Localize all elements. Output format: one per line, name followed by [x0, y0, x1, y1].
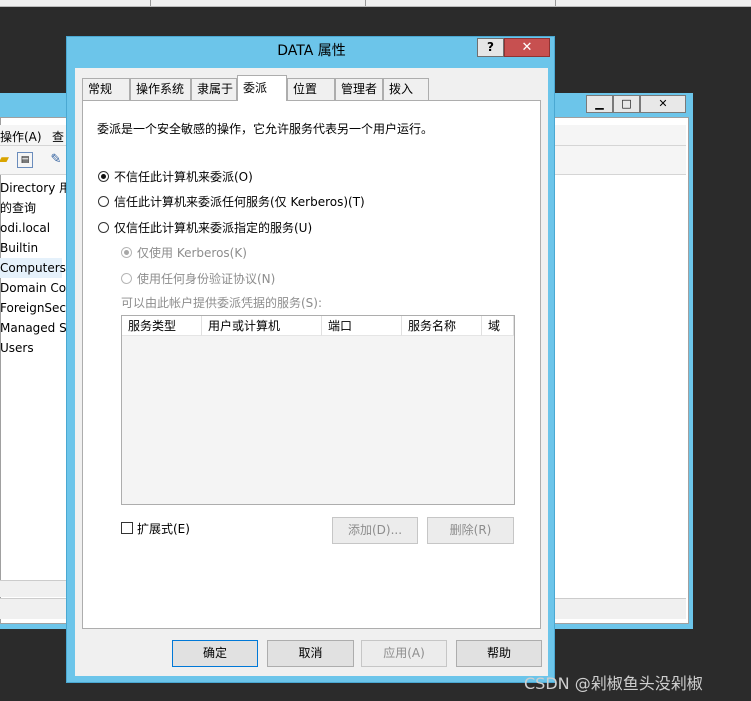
tab-delegation[interactable]: 委派	[237, 75, 287, 101]
cancel-button[interactable]: 取消	[267, 640, 354, 667]
no-delegation-label[interactable]: 不信任此计算机来委派(O)	[114, 168, 253, 185]
details-view-icon[interactable]: ▤	[17, 152, 33, 168]
tab-general[interactable]: 常规	[82, 78, 130, 100]
top-window-edge	[0, 0, 751, 7]
any-protocol-radio[interactable]	[121, 273, 132, 284]
watermark: CSDN @剁椒鱼头没剁椒	[524, 674, 703, 693]
expanded-label[interactable]: 扩展式(E)	[137, 520, 190, 537]
menu-item-action[interactable]: 操作(A)	[0, 128, 42, 145]
tree-item[interactable]: Managed S	[0, 318, 67, 338]
tree-item[interactable]: odi.local	[0, 218, 50, 238]
remove-service-button[interactable]: 删除(R)	[427, 517, 514, 544]
column-port[interactable]: 端口	[322, 316, 402, 336]
services-list-label: 可以由此帐户提供委派凭据的服务(S):	[121, 296, 323, 310]
close-button[interactable]: ✕	[504, 38, 550, 57]
tree-item[interactable]: Computers	[0, 258, 66, 278]
console-tree: Directory 用 的查询 odi.local Builtin Comput…	[0, 178, 74, 578]
folder-icon[interactable]: ▰	[0, 152, 12, 168]
services-list[interactable]: 服务类型 用户或计算机 端口 服务名称 域	[121, 315, 515, 505]
tree-scrollbar[interactable]	[0, 580, 66, 597]
trust-specified-services-radio[interactable]	[98, 222, 109, 233]
apply-button[interactable]: 应用(A)	[361, 640, 447, 667]
ok-button[interactable]: 确定	[172, 640, 258, 667]
kerberos-only-radio[interactable]	[121, 247, 132, 258]
dialog-client: 常规 操作系统 隶属于 委派 位置 管理者 拨入 委派是一个安全敏感的操作，它允…	[75, 68, 548, 676]
tab-location[interactable]: 位置	[287, 78, 335, 100]
close-icon[interactable]: ✕	[640, 95, 686, 113]
maximize-icon[interactable]: □	[613, 95, 640, 113]
minimize-icon[interactable]: ▁	[586, 95, 613, 113]
tree-item[interactable]: ForeignSecu	[0, 298, 74, 318]
properties-dialog: DATA 属性 ? ✕ 常规 操作系统 隶属于 委派 位置 管理者 拨入 委派是…	[66, 36, 555, 683]
tools-icon[interactable]: ✎	[48, 152, 64, 168]
tab-member-of[interactable]: 隶属于	[191, 78, 237, 100]
column-service-name[interactable]: 服务名称	[402, 316, 482, 336]
column-service-type[interactable]: 服务类型	[122, 316, 202, 336]
trust-any-service-label[interactable]: 信任此计算机来委派任何服务(仅 Kerberos)(T)	[114, 193, 365, 210]
expanded-checkbox[interactable]	[121, 522, 133, 534]
add-service-button[interactable]: 添加(D)...	[332, 517, 418, 544]
column-domain[interactable]: 域	[482, 316, 514, 336]
menu-item-view[interactable]: 查	[52, 128, 64, 145]
tab-dial-in[interactable]: 拨入	[383, 78, 429, 100]
tab-operating-system[interactable]: 操作系统	[130, 78, 191, 100]
tab-managed-by[interactable]: 管理者	[335, 78, 383, 100]
kerberos-only-label[interactable]: 仅使用 Kerberos(K)	[137, 244, 247, 261]
delegation-panel: 委派是一个安全敏感的操作，它允许服务代表另一个用户运行。 不信任此计算机来委派(…	[82, 100, 541, 629]
help-title-button[interactable]: ?	[477, 38, 504, 57]
trust-any-service-radio[interactable]	[98, 196, 109, 207]
delegation-description: 委派是一个安全敏感的操作，它允许服务代表另一个用户运行。	[97, 122, 434, 136]
tree-item[interactable]: Domain Cor	[0, 278, 71, 298]
tree-item[interactable]: Directory 用	[0, 178, 71, 198]
column-user-or-computer[interactable]: 用户或计算机	[202, 316, 322, 336]
tree-item[interactable]: Builtin	[0, 238, 38, 258]
any-protocol-label[interactable]: 使用任何身份验证协议(N)	[137, 270, 275, 287]
tree-item[interactable]: Users	[0, 338, 34, 358]
no-delegation-radio[interactable]	[98, 171, 109, 182]
help-button[interactable]: 帮助	[456, 640, 542, 667]
trust-specified-services-label[interactable]: 仅信任此计算机来委派指定的服务(U)	[114, 219, 312, 236]
tree-item[interactable]: 的查询	[0, 198, 36, 218]
